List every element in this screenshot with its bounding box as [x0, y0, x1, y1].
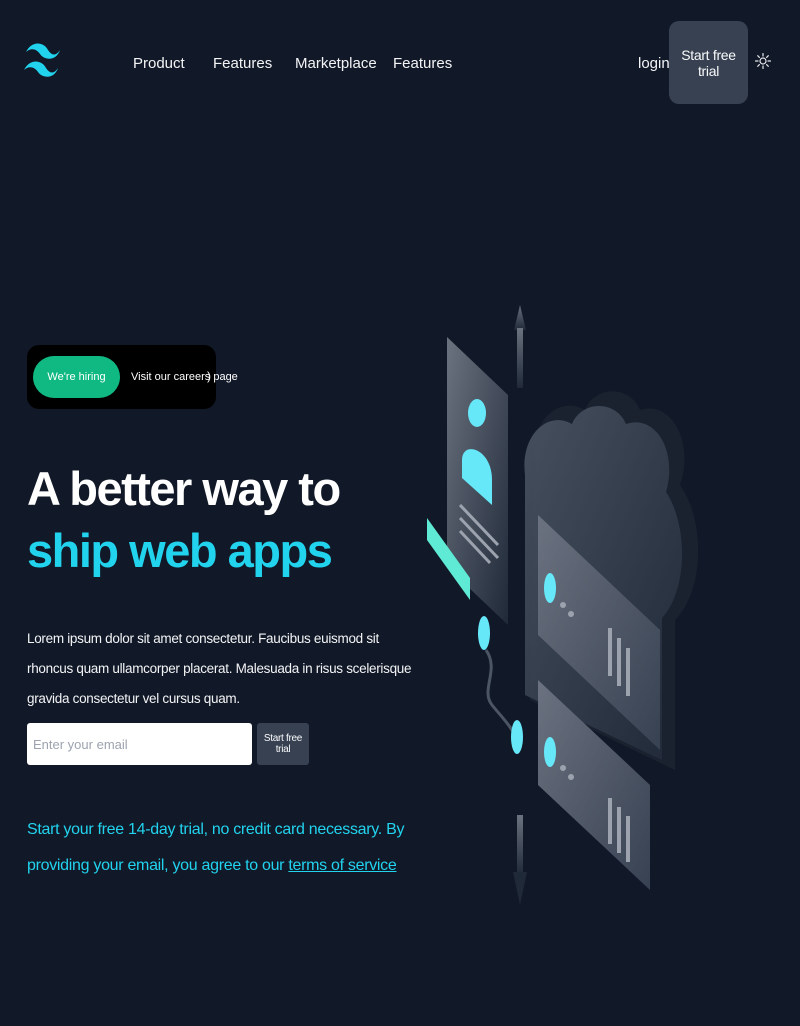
profile-panel	[447, 337, 508, 625]
top-navigation: Product Features Marketplace Features lo…	[0, 0, 800, 120]
careers-link-text[interactable]: Visit our careers page	[131, 371, 238, 383]
hero-title-plain: A better way to	[27, 462, 341, 515]
hero-description: Lorem ipsum dolor sit amet consectetur. …	[27, 631, 412, 706]
terms-of-service-link[interactable]: terms of service	[288, 857, 396, 874]
down-arrow	[513, 815, 527, 905]
nav-link-marketplace[interactable]: Marketplace	[295, 55, 377, 72]
start-trial-button[interactable]: Start free trial	[669, 21, 748, 104]
email-input[interactable]	[27, 723, 252, 765]
sun-icon[interactable]	[755, 53, 771, 69]
hero-title: A better way to ship web apps	[27, 458, 407, 582]
email-submit-button[interactable]: Start free trial	[257, 723, 309, 765]
login-link[interactable]: login	[638, 55, 670, 72]
careers-banner[interactable]: We're hiring Visit our careers page )	[27, 345, 238, 409]
cloud-server-illustration	[427, 305, 699, 905]
nav-link-product[interactable]: Product	[133, 55, 185, 72]
nav-link-features-2[interactable]: Features	[393, 55, 452, 72]
wave-logo-icon[interactable]	[22, 38, 62, 90]
chevron-right-icon: )	[207, 369, 211, 383]
hero-title-accent: ship web apps	[27, 524, 333, 577]
trial-note: Start your free 14-day trial, no credit …	[27, 812, 412, 884]
nav-link-features[interactable]: Features	[213, 55, 272, 72]
cable	[478, 616, 523, 754]
hiring-badge: We're hiring	[33, 356, 120, 398]
up-arrow	[514, 305, 526, 388]
